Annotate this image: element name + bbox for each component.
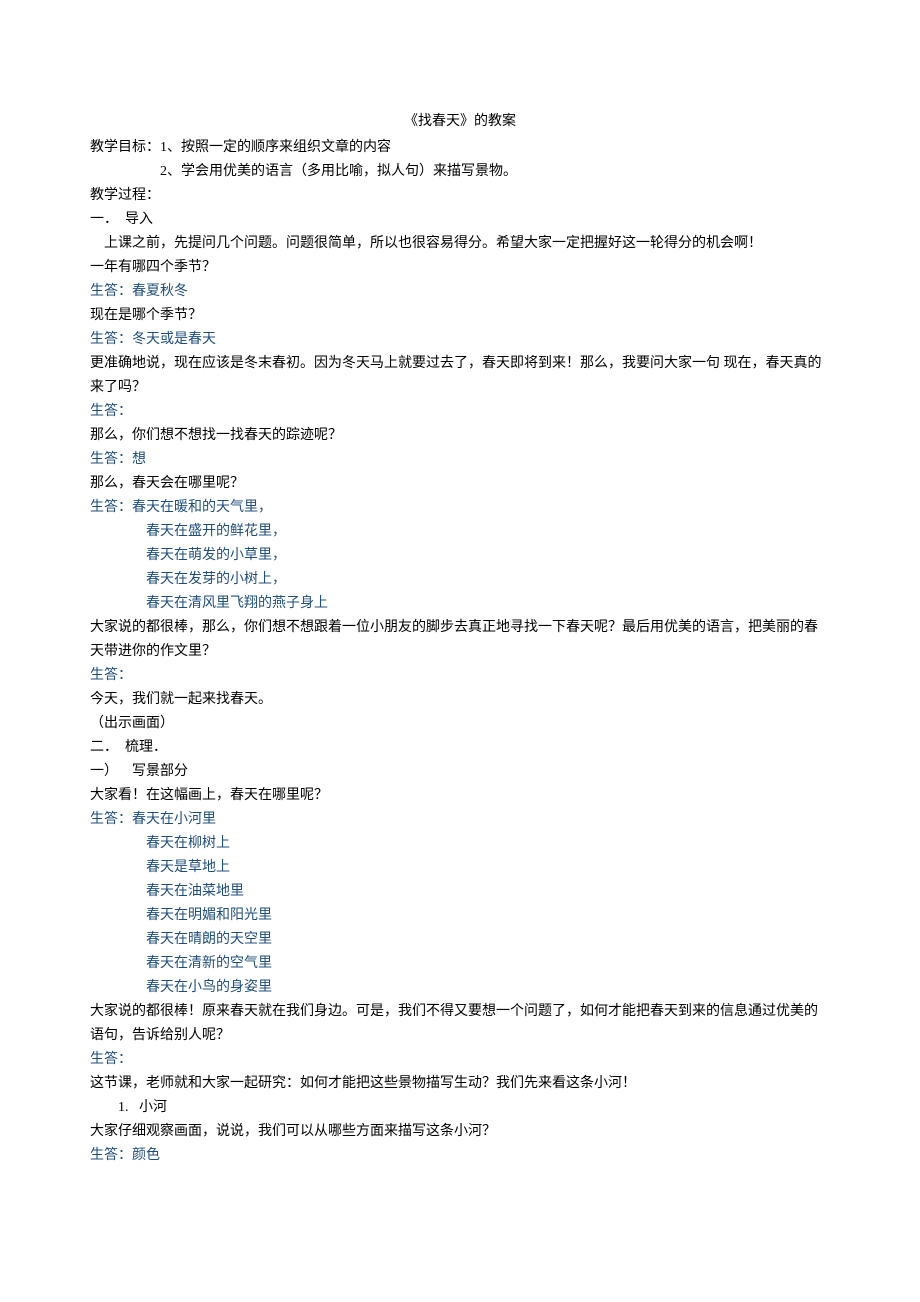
text-line: 一） 写景部分 xyxy=(90,760,830,784)
text-line: 那么，春天会在哪里呢？ xyxy=(90,472,830,496)
text-line: 上课之前，先提问几个问题。问题很简单，所以也很容易得分。希望大家一定把握好这一轮… xyxy=(90,232,830,256)
text-line: 大家仔细观察画面，说说，我们可以从哪些方面来描写这条小河？ xyxy=(90,1120,830,1144)
text-line: 教学过程： xyxy=(90,184,830,208)
text-line: 生答：春天在小河里 xyxy=(90,808,830,832)
text-line: 春天在盛开的鲜花里， xyxy=(90,520,830,544)
text-line: 春天在明媚和阳光里 xyxy=(90,904,830,928)
text-line: 2、学会用优美的语言（多用比喻，拟人句）来描写景物。 xyxy=(90,160,830,184)
text-line: 生答：春天在暖和的天气里， xyxy=(90,496,830,520)
text-line: 春天在小鸟的身姿里 xyxy=(90,976,830,1000)
document-body: 教学目标：1、按照一定的顺序来组织文章的内容2、学会用优美的语言（多用比喻，拟人… xyxy=(90,136,830,1168)
text-line: 更准确地说，现在应该是冬末春初。因为冬天马上就要过去了，春天即将到来！那么，我要… xyxy=(90,352,830,400)
text-line: 春天在清新的空气里 xyxy=(90,952,830,976)
text-line: 那么，你们想不想找一找春天的踪迹呢？ xyxy=(90,424,830,448)
text-line: 春天在发芽的小树上， xyxy=(90,568,830,592)
text-line: 春天在油菜地里 xyxy=(90,880,830,904)
text-line: 大家说的都很棒，那么，你们想不想跟着一位小朋友的脚步去真正地寻找一下春天呢？最后… xyxy=(90,616,830,664)
text-line: 生答： xyxy=(90,400,830,424)
text-line: 生答：冬天或是春天 xyxy=(90,328,830,352)
text-line: 生答：颜色 xyxy=(90,1144,830,1168)
text-line: 1. 小河 xyxy=(90,1096,830,1120)
text-line: 春天是草地上 xyxy=(90,856,830,880)
text-line: 一年有哪四个季节？ xyxy=(90,256,830,280)
text-line: 春天在萌发的小草里， xyxy=(90,544,830,568)
text-line: （出示画面） xyxy=(90,712,830,736)
text-line: 现在是哪个季节？ xyxy=(90,304,830,328)
text-line: 生答： xyxy=(90,664,830,688)
text-line: 大家说的都很棒！原来春天就在我们身边。可是，我们不得又要想一个问题了，如何才能把… xyxy=(90,1000,830,1048)
text-line: 生答：春夏秋冬 xyxy=(90,280,830,304)
text-line: 这节课，老师就和大家一起研究：如何才能把这些景物描写生动？我们先来看这条小河！ xyxy=(90,1072,830,1096)
text-line: 春天在晴朗的天空里 xyxy=(90,928,830,952)
page-title: 《找春天》的教案 xyxy=(90,110,830,134)
text-line: 生答： xyxy=(90,1048,830,1072)
text-line: 一． 导入 xyxy=(90,208,830,232)
text-line: 二． 梳理． xyxy=(90,736,830,760)
text-line: 春天在柳树上 xyxy=(90,832,830,856)
text-line: 生答：想 xyxy=(90,448,830,472)
text-line: 春天在清风里飞翔的燕子身上 xyxy=(90,592,830,616)
text-line: 今天，我们就一起来找春天。 xyxy=(90,688,830,712)
text-line: 教学目标：1、按照一定的顺序来组织文章的内容 xyxy=(90,136,830,160)
document-page: 《找春天》的教案 教学目标：1、按照一定的顺序来组织文章的内容2、学会用优美的语… xyxy=(0,0,920,1228)
text-line: 大家看！在这幅画上，春天在哪里呢？ xyxy=(90,784,830,808)
